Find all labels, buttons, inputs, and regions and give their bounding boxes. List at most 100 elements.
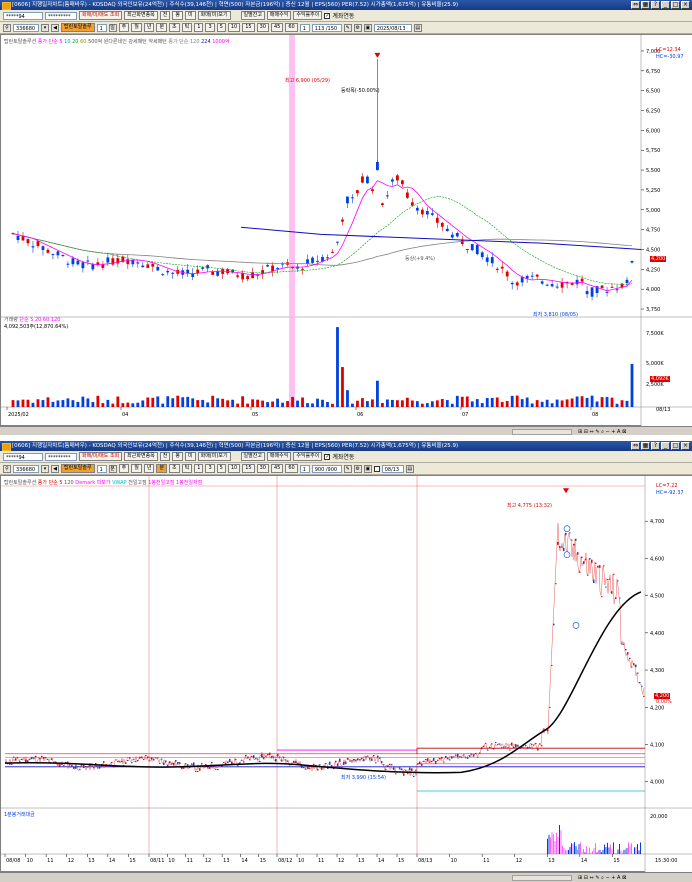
buy-sell-query-button[interactable]: 화매/미/매도 조회 [79,11,123,20]
period-button-all[interactable]: 전 [159,11,171,20]
link-icon[interactable]: ⇔ [631,1,640,9]
daily-balance-button[interactable]: 일별잔고 [240,452,265,461]
settings-icon[interactable]: ⚙ [353,23,362,32]
interval-3[interactable]: 3 [205,464,215,473]
stock-search-icon[interactable]: ▾ [41,464,49,473]
stock-name-label[interactable]: 탑런토탈솔루 [61,23,95,32]
password-input[interactable]: ********* [45,11,77,20]
interval-15[interactable]: 15 [242,23,255,32]
close-icon[interactable]: × [681,1,690,9]
period-button-all[interactable]: 전 [159,452,171,461]
range-input[interactable]: 113 /150 [311,23,342,32]
interval-5[interactable]: 5 [216,23,226,32]
profit-trend-button[interactable]: 수익률추이 [293,11,323,20]
interval-10[interactable]: 10 [227,23,241,32]
period-button-mi[interactable]: 미 [185,11,196,20]
unit-tick[interactable]: 틱 [181,464,193,473]
count-input[interactable]: 1 [96,23,107,32]
stock-code-input[interactable]: 336680 [13,464,39,473]
realtime-view-button[interactable]: 화매(미)보기 [197,11,231,20]
recent-stocks-button[interactable]: 최근화면종목 [124,452,158,461]
interval-15[interactable]: 15 [242,464,255,473]
date-input[interactable]: 08/13 [381,464,404,473]
calendar-icon[interactable]: ▤ [413,23,422,32]
unit-tick[interactable]: 틱 [181,23,193,32]
help-icon[interactable]: ? [651,442,660,450]
unit-second[interactable]: 초 [169,464,180,473]
maximize-icon[interactable]: □ [671,442,680,450]
count-input[interactable]: 1 [96,464,107,473]
period-button-bong[interactable]: 봉 [172,11,183,20]
minute-candle-chart[interactable]: 4,700 4,600 4,500 4,400 4,300 4,200 4,100 4,000… [1,476,692,873]
period-button-bong[interactable]: 봉 [172,452,183,461]
daily-balance-button[interactable]: 일별잔고 [240,11,265,20]
account-link-checkbox[interactable]: ✓ [324,12,331,19]
trade-profit-button[interactable]: 매매수익 [266,452,292,461]
close-icon[interactable]: × [681,442,690,450]
help-icon[interactable]: ? [651,1,660,9]
interval-10[interactable]: 10 [227,464,241,473]
zoom-controls[interactable]: ⊞ ⊟ ⇔ ✎ ⌕ − + A ⊠ [578,429,626,435]
horizontal-scrollbar[interactable] [512,875,572,881]
date-input[interactable]: 2025/08/13 [373,23,412,32]
window-titlebar[interactable]: [0606] 지행일자차트(틈매바우) - KOSDAQ 외국인보유(24억천)… [0,441,692,451]
account-link-checkbox[interactable]: ✓ [324,453,331,460]
interval-30[interactable]: 30 [256,23,269,32]
search-icon[interactable]: ⚲ [3,464,11,473]
chart-panel-minute[interactable]: 4,700 4,600 4,500 4,400 4,300 4,200 4,100 4,000… [0,475,692,873]
interval-60[interactable]: 60 [285,464,298,473]
interval-30[interactable]: 30 [256,464,269,473]
interval-input[interactable]: 1 [299,464,310,473]
recent-stocks-button[interactable]: 최근화면종목 [124,11,158,20]
realtime-view-button[interactable]: 화매(미)보기 [197,452,231,461]
buy-sell-query-button[interactable]: 화매/미/매도 조회 [79,452,123,461]
settings-icon[interactable]: ⚙ [353,464,362,473]
password-input[interactable]: ********* [45,452,77,461]
interval-1[interactable]: 1 [194,464,204,473]
grid-icon[interactable]: ▦ [641,1,650,9]
calendar-icon[interactable]: ▤ [405,464,414,473]
minimize-icon[interactable]: _ [661,442,670,450]
unit-week[interactable]: 주 [118,464,130,473]
unit-week[interactable]: 주 [118,23,130,32]
interval-45[interactable]: 45 [270,23,284,32]
interval-60[interactable]: 60 [285,23,298,32]
interval-45[interactable]: 45 [270,464,284,473]
window-titlebar[interactable]: [0606] 지행일자차트(틈매바우) - KOSDAQ 외국인보유(24억천)… [0,0,692,10]
unit-year[interactable]: 년 [143,23,155,32]
search-icon[interactable]: ⚲ [3,23,11,32]
maximize-icon[interactable]: □ [671,1,680,9]
account-select[interactable]: *****94 [3,452,43,461]
pen-icon[interactable]: ✎ [343,23,352,32]
stock-name-label[interactable]: 탑런토탈솔루 [61,464,95,473]
unit-year[interactable]: 년 [143,464,155,473]
profit-trend-button[interactable]: 수익률추이 [293,452,323,461]
grid-icon[interactable]: ▦ [641,442,650,450]
save-icon[interactable]: ▣ [363,23,372,32]
save-icon[interactable]: ▣ [363,464,372,473]
unit-minute[interactable]: 분 [156,464,168,473]
zoom-controls[interactable]: ⊞ ⊟ ⇔ ✎ ⌕ − + A ⊠ [578,875,626,881]
unit-month[interactable]: 월 [131,464,142,473]
unit-second[interactable]: 초 [169,23,180,32]
chart-panel-daily[interactable]: 7,000 6,750 6,500 6,250 6,000 5,750 5,500 5,250… [0,34,692,427]
interval-3[interactable]: 3 [205,23,215,32]
interval-5[interactable]: 5 [216,464,226,473]
minimize-icon[interactable]: _ [661,1,670,9]
account-select[interactable]: *****94 [3,11,43,20]
trade-profit-button[interactable]: 매매수익 [266,11,292,20]
period-button-mi[interactable]: 미 [185,452,196,461]
day-unit-icon[interactable]: 일 [108,23,117,32]
prev-stock-icon[interactable]: ◀ [51,23,59,32]
date-checkbox[interactable] [373,465,380,472]
link-icon[interactable]: ⇔ [631,442,640,450]
unit-minute[interactable]: 분 [156,23,168,32]
horizontal-scrollbar[interactable] [512,429,572,435]
unit-month[interactable]: 월 [131,23,142,32]
range-input[interactable]: 900 /900 [311,464,342,473]
interval-1[interactable]: 1 [194,23,204,32]
minute-unit-icon[interactable]: 분 [108,464,117,473]
stock-code-input[interactable]: 336680 [13,23,39,32]
interval-input[interactable]: 1 [299,23,310,32]
prev-stock-icon[interactable]: ◀ [51,464,59,473]
